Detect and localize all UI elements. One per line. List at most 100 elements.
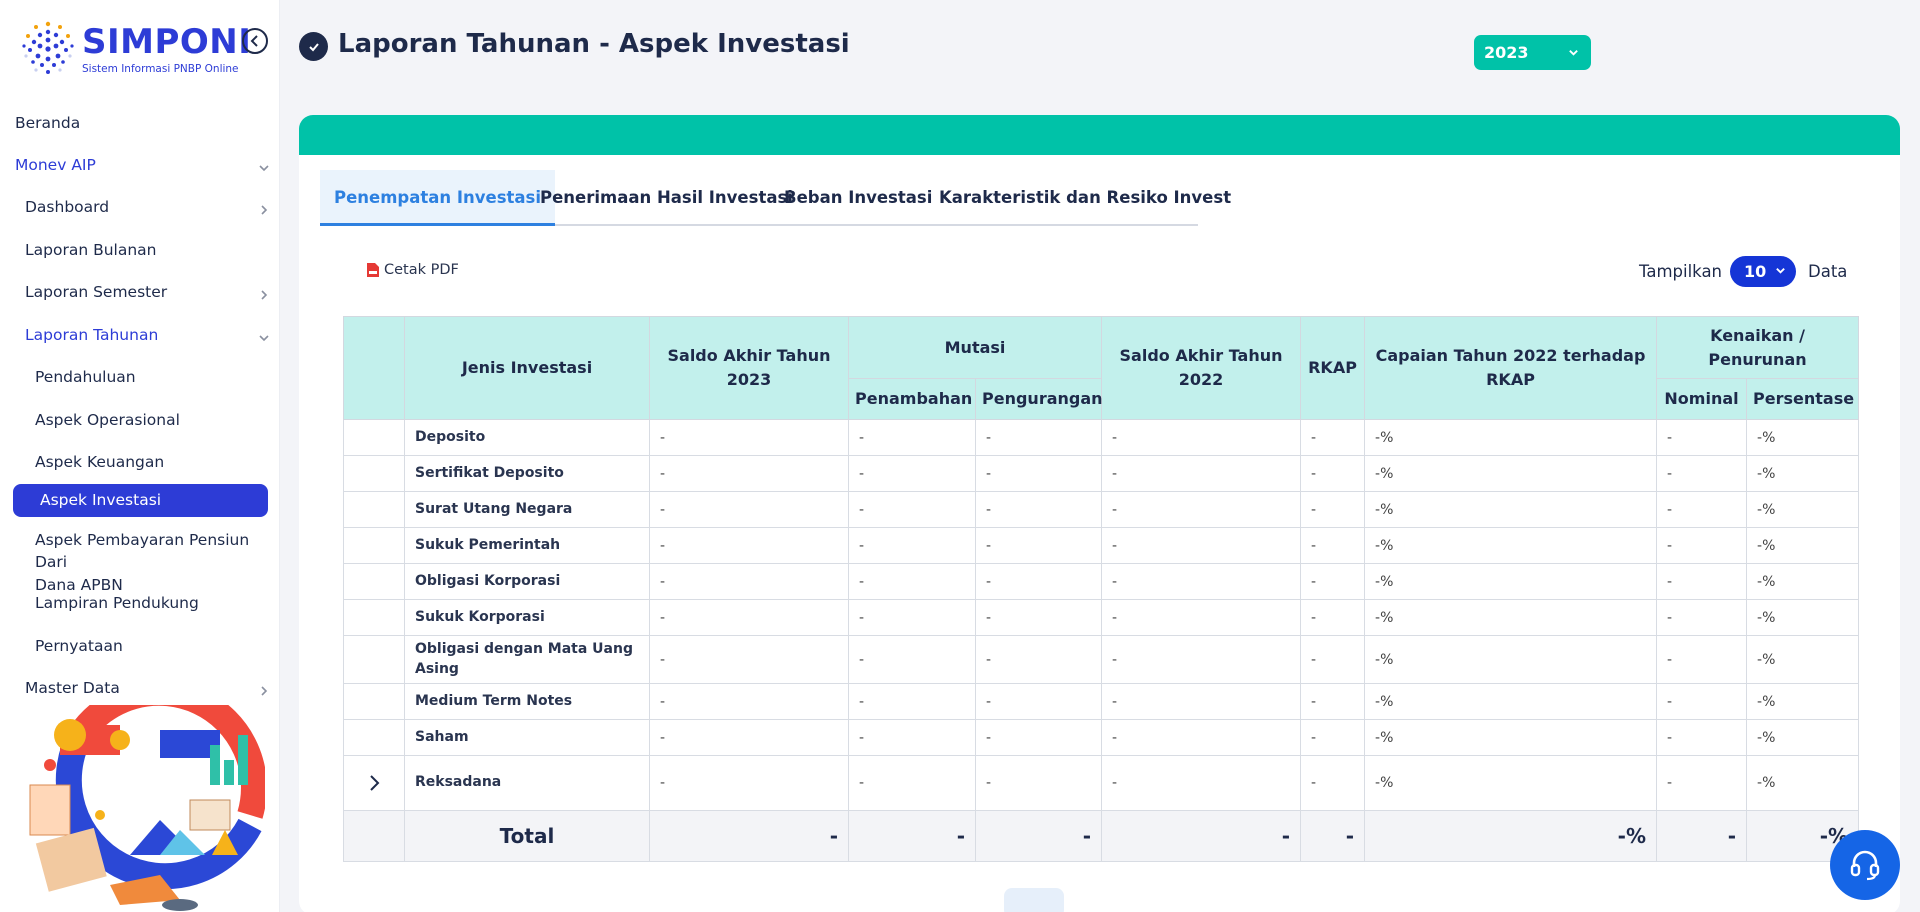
page-size-select[interactable]: 10 [1730, 256, 1796, 287]
row-expand-cell [343, 563, 405, 600]
table-row: Obligasi Korporasi - - - - - -% - -% [343, 563, 1860, 600]
sidebar-item-aspek-pembayaran-pensiun[interactable]: Aspek Pembayaran Pensiun Dari Dana APBN [35, 529, 270, 596]
cell-rkap: - [1300, 563, 1366, 600]
tampilkan-label: Tampilkan [1639, 262, 1723, 281]
sidebar-item-pernyataan[interactable]: Pernyataan [35, 637, 123, 655]
cell-jenis-investasi: Sertifikat Deposito [404, 455, 650, 492]
total-pengurangan: - [974, 810, 1103, 863]
sidebar-item-beranda[interactable]: Beranda [15, 114, 80, 132]
cell-pengurangan: - [974, 683, 1103, 721]
row-expand-cell [343, 491, 405, 528]
table-row: Medium Term Notes - - - - - -% - -% [343, 683, 1860, 721]
cell-pengurangan: - [974, 755, 1103, 812]
chevron-down-icon [1776, 268, 1785, 274]
chevron-right-icon [261, 290, 268, 300]
header-expand [343, 316, 405, 420]
logo[interactable]: SIMPONI Sistem Informasi PNBP Online [18, 18, 251, 78]
cetak-pdf-button[interactable]: Cetak PDF [366, 262, 459, 278]
cell-rkap: - [1300, 755, 1366, 812]
tab-penerimaan-hasil-investasi[interactable]: Penerimaan Hasil Investasi [540, 170, 793, 226]
headset-icon [1850, 850, 1880, 881]
cell-jenis-investasi: Deposito [404, 419, 650, 456]
cell-capaian: -% [1364, 719, 1658, 757]
chevron-down-icon [259, 335, 269, 342]
sidebar-item-pendahuluan[interactable]: Pendahuluan [35, 368, 136, 386]
check-circle-icon [299, 32, 328, 61]
cell-jenis-investasi: Obligasi Korporasi [404, 563, 650, 600]
chevron-right-icon [261, 205, 268, 215]
cetak-pdf-label: Cetak PDF [384, 262, 459, 278]
header-saldo-2023: Saldo Akhir Tahun 2023 [649, 316, 849, 420]
collapse-sidebar-button[interactable] [242, 28, 268, 54]
page-title: Laporan Tahunan - Aspek Investasi [338, 29, 850, 59]
pagination[interactable] [1004, 888, 1064, 912]
sidebar-item-aspek-investasi[interactable]: Aspek Investasi [13, 484, 268, 517]
header-nominal: Nominal [1656, 378, 1748, 420]
chevron-right-icon [261, 686, 268, 696]
cell-persentase: -% [1746, 527, 1860, 564]
row-expand-cell [343, 419, 405, 456]
cell-nominal: - [1656, 491, 1748, 528]
total-empty [343, 810, 405, 863]
sidebar-item-label-line2: Dana APBN [35, 575, 123, 594]
cell-capaian: -% [1364, 455, 1658, 492]
header-rkap: RKAP [1300, 316, 1366, 420]
cell-pengurangan: - [974, 563, 1103, 600]
row-expand-cell [343, 634, 405, 685]
help-button[interactable] [1830, 830, 1900, 900]
expand-row-button[interactable] [354, 774, 394, 792]
sidebar-illustration [29, 705, 265, 911]
cell-jenis-investasi: Medium Term Notes [404, 683, 650, 721]
cell-saldo-2022: - [1101, 683, 1302, 721]
sidebar-item-laporan-bulanan[interactable]: Laporan Bulanan [25, 241, 157, 259]
cell-penambahan: - [848, 634, 976, 685]
year-select[interactable]: 2023 [1474, 35, 1591, 70]
cell-saldo-2023: - [649, 683, 849, 721]
tab-penempatan-investasi[interactable]: Penempatan Investasi [320, 170, 556, 226]
cell-nominal: - [1656, 683, 1748, 721]
cell-saldo-2023: - [649, 419, 849, 456]
investasi-table: Jenis Investasi Saldo Akhir Tahun 2023 M… [343, 316, 1860, 863]
sidebar-item-monev-aip[interactable]: Monev AIP [15, 156, 96, 174]
cell-persentase: -% [1746, 419, 1860, 456]
cell-rkap: - [1300, 455, 1366, 492]
cell-penambahan: - [848, 719, 976, 757]
sidebar: SIMPONI Sistem Informasi PNBP Online Ber… [0, 0, 280, 912]
sidebar-item-laporan-semester[interactable]: Laporan Semester [25, 283, 167, 301]
cell-jenis-investasi: Reksadana [404, 755, 650, 812]
sidebar-item-lampiran-pendukung[interactable]: Lampiran Pendukung [35, 594, 199, 612]
cell-saldo-2022: - [1101, 719, 1302, 757]
cell-saldo-2022: - [1101, 634, 1302, 685]
cell-nominal: - [1656, 455, 1748, 492]
table-row: Sertifikat Deposito - - - - - -% - -% [343, 455, 1860, 492]
row-expand-cell [343, 683, 405, 721]
row-expand-cell[interactable] [343, 755, 405, 812]
sidebar-item-laporan-tahunan[interactable]: Laporan Tahunan [25, 326, 158, 344]
tab-karakteristik-resiko[interactable]: Karakteristik dan Resiko Invest [939, 170, 1231, 226]
sidebar-item-master-data[interactable]: Master Data [25, 679, 120, 697]
total-label: Total [404, 810, 650, 863]
cell-rkap: - [1300, 527, 1366, 564]
table-row: Deposito - - - - - -% - -% [343, 419, 1860, 456]
cell-penambahan: - [848, 527, 976, 564]
table-row: Reksadana - - - - - -% - -% [343, 755, 1860, 812]
cell-jenis-investasi: Surat Utang Negara [404, 491, 650, 528]
cell-persentase: -% [1746, 634, 1860, 685]
tab-beban-investasi[interactable]: Beban Investasi [784, 170, 932, 226]
cell-saldo-2023: - [649, 563, 849, 600]
cell-pengurangan: - [974, 491, 1103, 528]
cell-saldo-2022: - [1101, 563, 1302, 600]
cell-persentase: -% [1746, 719, 1860, 757]
sidebar-item-aspek-keuangan[interactable]: Aspek Keuangan [35, 453, 164, 471]
total-rkap: - [1300, 810, 1366, 863]
cell-rkap: - [1300, 683, 1366, 721]
sidebar-item-aspek-operasional[interactable]: Aspek Operasional [35, 411, 180, 429]
cell-rkap: - [1300, 719, 1366, 757]
header-pengurangan: Pengurangan [974, 378, 1103, 420]
cell-saldo-2022: - [1101, 599, 1302, 636]
cell-pengurangan: - [974, 419, 1103, 456]
sidebar-item-dashboard[interactable]: Dashboard [25, 198, 109, 216]
cell-nominal: - [1656, 419, 1748, 456]
row-expand-cell [343, 527, 405, 564]
cell-persentase: -% [1746, 455, 1860, 492]
